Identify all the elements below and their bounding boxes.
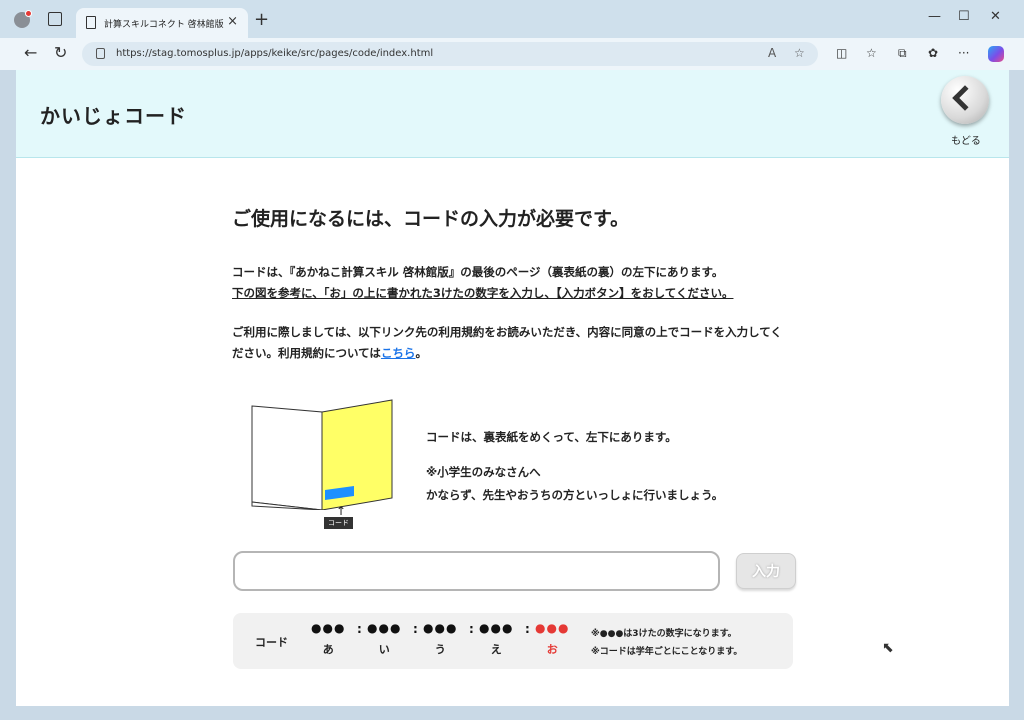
main-heading: ご使用になるには、コードの入力が必要です。 bbox=[232, 208, 630, 230]
code-segment-o: ●●● お bbox=[535, 621, 569, 657]
refresh-button[interactable]: ↻ bbox=[54, 45, 67, 61]
notification-dot bbox=[25, 10, 32, 17]
segment-dots: ●●● bbox=[535, 621, 570, 635]
separator: : bbox=[469, 622, 474, 636]
minimize-button[interactable]: — bbox=[928, 9, 941, 24]
booklet-left-page bbox=[251, 405, 323, 510]
maximize-button[interactable]: ☐ bbox=[958, 9, 970, 24]
code-format-guide: コード ●●● あ : ●●● い : ●●● う : ●●● え : ●●● … bbox=[233, 613, 793, 669]
code-tag: コード bbox=[324, 517, 353, 529]
browser-tab[interactable]: 計算スキルコネクト 啓林館版 × bbox=[76, 8, 248, 38]
separator: : bbox=[525, 622, 530, 636]
enter-button[interactable]: 入力 bbox=[736, 553, 796, 589]
instruction-line-2: 下の図を参考に、「お」の上に書かれた3けたの数字を入力し、【入力ボタン】をおして… bbox=[232, 286, 734, 300]
back-button[interactable] bbox=[941, 76, 989, 124]
close-window-button[interactable]: ✕ bbox=[990, 9, 1001, 24]
illustration-note: コードは、裏表紙をめくって、左下にあります。 bbox=[426, 430, 677, 444]
back-nav-button[interactable]: ← bbox=[24, 45, 37, 61]
browser-titlebar: 計算スキルコネクト 啓林館版 × + — ☐ ✕ bbox=[0, 0, 1024, 38]
new-tab-button[interactable]: + bbox=[254, 9, 269, 30]
tab-actions-icon[interactable] bbox=[48, 12, 62, 26]
collections-icon[interactable]: ⧉ bbox=[898, 46, 907, 61]
segment-kana: い bbox=[378, 643, 390, 656]
segment-dots: ●●● bbox=[367, 621, 402, 635]
page-icon bbox=[86, 16, 96, 29]
site-info-icon[interactable] bbox=[96, 48, 105, 59]
favorite-star-icon[interactable]: ☆ bbox=[794, 46, 805, 60]
separator: : bbox=[413, 622, 418, 636]
tab-title: 計算スキルコネクト 啓林館版 bbox=[104, 20, 224, 30]
student-note-title: ※小学生のみなさんへ bbox=[426, 465, 541, 479]
terms-text: ご利用に際しましては、以下リンク先の利用規約をお読みいただき、内容に同意の上でコ… bbox=[232, 325, 782, 360]
mouse-cursor-icon: ⬉ bbox=[882, 640, 894, 656]
segment-kana: あ bbox=[322, 643, 334, 656]
web-page: かいじょコード もどる ご使用になるには、コードの入力が必要です。 コードは、『… bbox=[16, 70, 1009, 706]
instruction-line-1: コードは、『あかねこ計算スキル 啓林館版』の最後のページ（裏表紙の裏）の左下にあ… bbox=[232, 265, 724, 279]
segment-kana: え bbox=[490, 643, 502, 656]
separator: : bbox=[357, 622, 362, 636]
split-screen-icon[interactable]: ◫ bbox=[836, 46, 847, 60]
booklet-illustration bbox=[251, 399, 393, 510]
segment-dots: ●●● bbox=[479, 621, 514, 635]
read-aloud-icon[interactable]: A bbox=[768, 46, 776, 60]
arrow-up-icon: ↑ bbox=[336, 504, 347, 518]
segment-dots: ●●● bbox=[423, 621, 458, 635]
tab-close-button[interactable]: × bbox=[227, 14, 238, 29]
address-bar[interactable]: https://stag.tomosplus.jp/apps/keike/src… bbox=[82, 42, 818, 66]
url-text[interactable]: https://stag.tomosplus.jp/apps/keike/src… bbox=[116, 48, 433, 59]
favorites-icon[interactable]: ☆ bbox=[866, 46, 877, 60]
chevron-left-icon bbox=[952, 85, 978, 111]
extensions-icon[interactable]: ✿ bbox=[928, 46, 938, 60]
code-segment-u: ●●● う bbox=[423, 621, 457, 657]
student-note-body: かならず、先生やおうちの方といっしょに行いましょう。 bbox=[426, 488, 724, 502]
back-button-label[interactable]: もどる bbox=[944, 132, 988, 147]
page-title: かいじょコード bbox=[40, 104, 187, 128]
more-menu-icon[interactable]: ··· bbox=[958, 46, 969, 60]
copilot-icon[interactable] bbox=[988, 46, 1004, 62]
code-format-note-2: ※コードは学年ごとにことなります。 bbox=[591, 647, 743, 657]
code-segment-i: ●●● い bbox=[367, 621, 401, 657]
segment-dots: ●●● bbox=[311, 621, 346, 635]
code-format-note-1: ※●●●は3けたの数字になります。 bbox=[591, 629, 737, 639]
code-segment-a: ●●● あ bbox=[311, 621, 345, 657]
page-header: かいじょコード もどる bbox=[16, 70, 1009, 158]
segment-kana: お bbox=[546, 643, 558, 656]
terms-link[interactable]: こちら bbox=[381, 346, 416, 360]
code-input[interactable] bbox=[233, 551, 720, 591]
code-format-label: コード bbox=[255, 636, 288, 649]
terms-end: 。 bbox=[415, 346, 427, 360]
browser-toolbar: ← ↻ https://stag.tomosplus.jp/apps/keike… bbox=[0, 38, 1024, 70]
segment-kana: う bbox=[434, 643, 446, 656]
code-segment-e: ●●● え bbox=[479, 621, 513, 657]
code-location-instructions: コードは、『あかねこ計算スキル 啓林館版』の最後のページ（裏表紙の裏）の左下にあ… bbox=[232, 262, 812, 304]
terms-paragraph: ご利用に際しましては、以下リンク先の利用規約をお読みいただき、内容に同意の上でコ… bbox=[232, 322, 792, 364]
profile-avatar[interactable] bbox=[14, 10, 32, 28]
